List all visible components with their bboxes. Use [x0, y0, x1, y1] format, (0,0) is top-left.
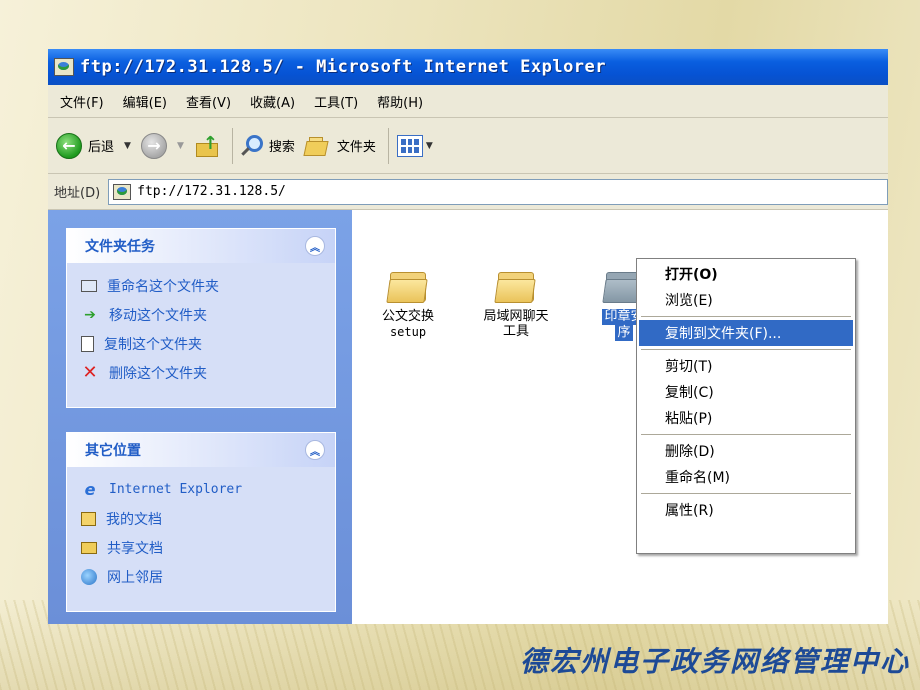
shared-folder-icon	[81, 541, 97, 554]
place-my-documents[interactable]: 我的文档	[81, 504, 321, 533]
folder-icon	[386, 270, 428, 304]
folder-item[interactable]: 局域网聊天 工具	[466, 270, 566, 339]
folder-name-line2: 序	[615, 325, 633, 341]
address-input[interactable]: ftp://172.31.128.5/	[108, 178, 888, 205]
ctx-copy[interactable]: 复制(C)	[639, 379, 853, 405]
folder-icon	[494, 270, 536, 304]
menu-edit[interactable]: 编辑(E)	[123, 92, 167, 111]
task-rename-folder[interactable]: 重命名这个文件夹	[81, 271, 321, 300]
folder-name-line2: 工具	[502, 324, 529, 339]
collapse-chevron-icon[interactable]: ︽	[305, 236, 325, 256]
forward-dropdown-icon[interactable]: ▼	[177, 141, 184, 151]
task-move-folder[interactable]: ➔ 移动这个文件夹	[81, 300, 321, 329]
folder-name: 局域网聊天	[483, 309, 549, 324]
menu-separator	[641, 493, 851, 494]
my-documents-icon	[81, 511, 96, 526]
toolbar: ← 后退 ▼ → ▼ ↑ 搜索 文件夹 ▼	[48, 118, 888, 174]
views-icon	[396, 134, 423, 157]
folders-label: 文件夹	[336, 140, 376, 155]
forward-arrow-icon: →	[140, 132, 167, 159]
address-value: ftp://172.31.128.5/	[137, 184, 286, 199]
task-label: 删除这个文件夹	[109, 365, 207, 382]
folders-button[interactable]: 文件夹	[303, 135, 376, 157]
move-icon: ➔	[84, 306, 96, 323]
back-label: 后退	[88, 140, 115, 155]
task-pane: 文件夹任务 ︽ 重命名这个文件夹 ➔ 移动这个文件夹 复制这个文件夹 ✕ 删除这…	[48, 210, 352, 624]
task-label: 移动这个文件夹	[109, 307, 207, 324]
search-label: 搜索	[268, 140, 295, 155]
back-button[interactable]: ← 后退 ▼	[56, 132, 131, 159]
folder-name-line2: setup	[389, 325, 427, 339]
address-bar: 地址(D) ftp://172.31.128.5/	[48, 174, 888, 210]
menu-tools[interactable]: 工具(T)	[314, 92, 358, 111]
menu-bar: 文件(F) 编辑(E) 查看(V) 收藏(A) 工具(T) 帮助(H)	[48, 85, 888, 118]
back-dropdown-icon[interactable]: ▼	[124, 141, 131, 151]
place-label: 我的文档	[106, 511, 162, 528]
menu-file[interactable]: 文件(F)	[60, 92, 104, 111]
views-button[interactable]: ▼	[396, 134, 433, 157]
other-places-title: 其它位置	[85, 443, 141, 459]
folder-tasks-title: 文件夹任务	[85, 239, 155, 255]
footer-brand-text: 德宏州电子政务网络管理中心	[519, 645, 910, 678]
forward-button[interactable]: → ▼	[140, 132, 184, 159]
place-label: 共享文档	[107, 540, 163, 557]
task-label: 重命名这个文件夹	[107, 278, 219, 295]
search-icon	[241, 134, 265, 158]
network-places-icon	[81, 568, 97, 585]
folder-tasks-header[interactable]: 文件夹任务 ︽	[67, 229, 335, 263]
window-title: ftp://172.31.128.5/ - Microsoft Internet…	[80, 57, 607, 77]
ctx-cut[interactable]: 剪切(T)	[639, 353, 853, 379]
address-label: 地址(D)	[54, 186, 101, 201]
views-dropdown-icon[interactable]: ▼	[426, 141, 433, 151]
context-menu: 打开(O) 浏览(E) 复制到文件夹(F)... 剪切(T) 复制(C) 粘贴(…	[636, 258, 856, 554]
up-folder-button[interactable]: ↑	[194, 133, 220, 159]
place-internet-explorer[interactable]: e Internet Explorer	[81, 475, 321, 504]
menu-help[interactable]: 帮助(H)	[377, 92, 423, 111]
place-label: Internet Explorer	[109, 482, 243, 497]
ctx-copy-to-folder[interactable]: 复制到文件夹(F)...	[639, 320, 853, 346]
folder-name: 公文交换	[381, 309, 434, 324]
ctx-properties[interactable]: 属性(R)	[639, 497, 853, 523]
ctx-delete[interactable]: 删除(D)	[639, 438, 853, 464]
other-places-panel: 其它位置 ︽ e Internet Explorer 我的文档 共享文档 网上邻…	[66, 432, 336, 612]
task-copy-folder[interactable]: 复制这个文件夹	[81, 329, 321, 358]
place-shared-documents[interactable]: 共享文档	[81, 533, 321, 562]
title-bar[interactable]: ftp://172.31.128.5/ - Microsoft Internet…	[48, 49, 888, 85]
folders-icon	[303, 135, 331, 157]
ctx-explore[interactable]: 浏览(E)	[639, 287, 853, 313]
back-arrow-icon: ←	[56, 132, 82, 159]
rename-icon	[81, 279, 97, 292]
task-delete-folder[interactable]: ✕ 删除这个文件夹	[81, 358, 321, 387]
other-places-header[interactable]: 其它位置 ︽	[67, 433, 335, 467]
search-button[interactable]: 搜索	[241, 134, 295, 158]
collapse-chevron-icon[interactable]: ︽	[305, 440, 325, 460]
ctx-paste[interactable]: 粘贴(P)	[639, 405, 853, 431]
menu-favorites[interactable]: 收藏(A)	[250, 92, 295, 111]
menu-separator	[641, 316, 851, 317]
ctx-open[interactable]: 打开(O)	[639, 261, 853, 287]
copy-icon	[81, 335, 94, 352]
task-label: 复制这个文件夹	[104, 336, 202, 353]
internet-explorer-icon: e	[84, 480, 96, 499]
folder-tasks-panel: 文件夹任务 ︽ 重命名这个文件夹 ➔ 移动这个文件夹 复制这个文件夹 ✕ 删除这…	[66, 228, 336, 408]
ftp-page-icon	[113, 183, 132, 200]
menu-separator	[641, 434, 851, 435]
up-folder-icon: ↑	[194, 133, 220, 159]
ie-page-icon	[54, 58, 74, 76]
menu-separator	[641, 349, 851, 350]
place-label: 网上邻居	[107, 569, 163, 586]
folder-item[interactable]: 公文交换 setup	[358, 270, 458, 339]
menu-view[interactable]: 查看(V)	[186, 92, 231, 111]
toolbar-divider	[387, 127, 389, 164]
delete-x-icon: ✕	[82, 362, 98, 383]
place-network[interactable]: 网上邻居	[81, 562, 321, 591]
ctx-rename[interactable]: 重命名(M)	[639, 464, 853, 490]
toolbar-divider	[231, 127, 233, 164]
